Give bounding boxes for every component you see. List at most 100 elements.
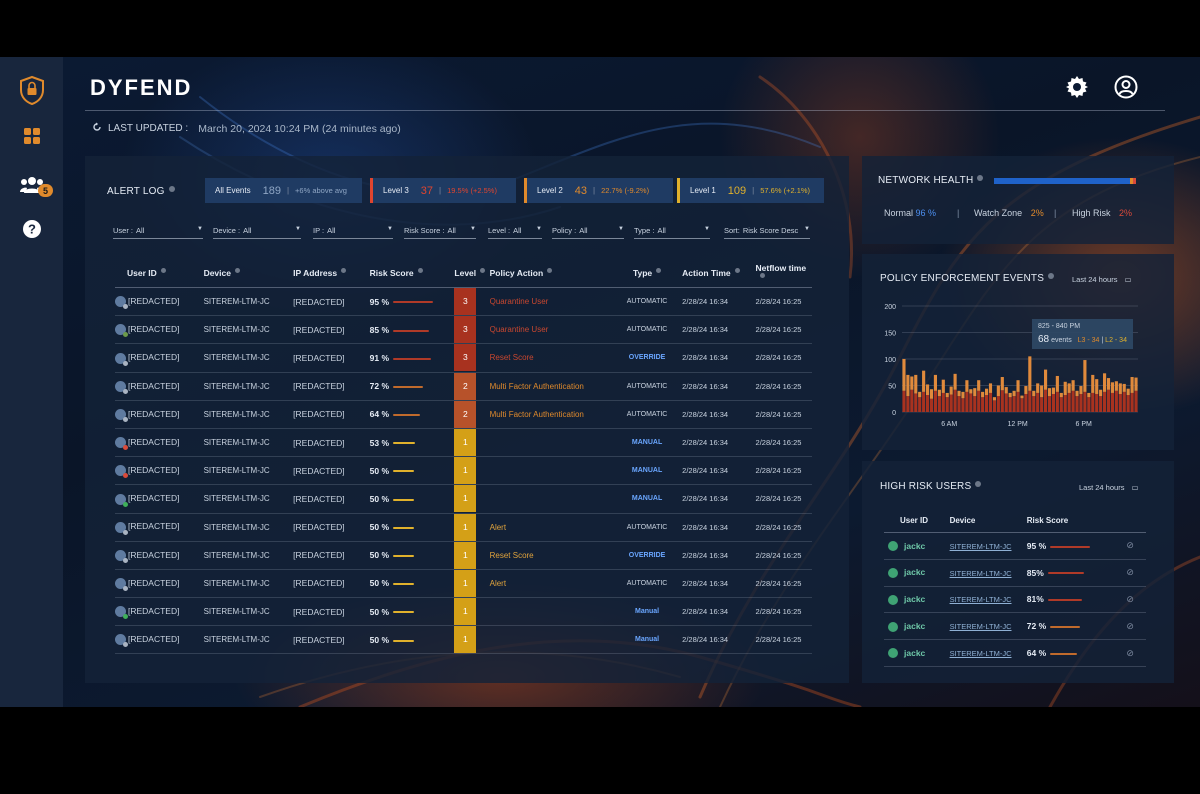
bar-l3[interactable] bbox=[977, 390, 981, 412]
filter-6[interactable]: Type : All ▼ bbox=[634, 226, 710, 239]
bar-l2[interactable] bbox=[945, 392, 949, 398]
mute-notification-icon[interactable]: ⊘ bbox=[1126, 540, 1134, 550]
table-row[interactable]: jackc SITEREM-LTM-JC 72 % ⊘ bbox=[884, 612, 1146, 641]
bar-l2[interactable] bbox=[1095, 379, 1099, 394]
stat-card-0[interactable]: All Events 189 | +6% above avg bbox=[205, 178, 362, 203]
bar-l2[interactable] bbox=[918, 391, 922, 398]
sort-icon[interactable] bbox=[341, 268, 347, 273]
device[interactable]: SITEREM-LTM-JC bbox=[204, 297, 270, 306]
bar-l2[interactable] bbox=[1012, 390, 1016, 397]
bar-l2[interactable] bbox=[1028, 356, 1032, 391]
column-header[interactable]: Type bbox=[611, 259, 683, 288]
bar-l2[interactable] bbox=[961, 391, 965, 399]
bar-l3[interactable] bbox=[906, 396, 910, 412]
bar-l2[interactable] bbox=[957, 390, 961, 397]
column-header[interactable]: User ID bbox=[884, 508, 950, 533]
device[interactable]: SITEREM-LTM-JC bbox=[204, 353, 270, 362]
shield-lock-icon[interactable] bbox=[17, 75, 47, 105]
bar-l3[interactable] bbox=[1047, 396, 1052, 412]
bar-l2[interactable] bbox=[1083, 360, 1087, 392]
bar-l3[interactable] bbox=[973, 396, 977, 412]
device[interactable]: SITEREM-LTM-JC bbox=[204, 551, 270, 560]
refresh-icon[interactable] bbox=[92, 122, 102, 135]
column-header[interactable]: User ID bbox=[115, 259, 204, 288]
policy-range-select[interactable]: Last 24 hours ▭ bbox=[1072, 275, 1132, 284]
bar-l3[interactable] bbox=[1114, 390, 1118, 412]
bar-l2[interactable] bbox=[922, 370, 926, 392]
mute-notification-icon[interactable]: ⊘ bbox=[1126, 648, 1134, 658]
policy-action[interactable]: Multi Factor Authentication bbox=[490, 382, 584, 391]
bar-l2[interactable] bbox=[988, 383, 993, 393]
high-risk-range-select[interactable]: Last 24 hours ▭ bbox=[1079, 483, 1139, 492]
sort-icon[interactable] bbox=[656, 268, 662, 273]
bar-l2[interactable] bbox=[953, 373, 957, 390]
bar-l2[interactable] bbox=[1040, 385, 1044, 398]
bar-l3[interactable] bbox=[1118, 393, 1122, 412]
bar-l3[interactable] bbox=[1028, 390, 1032, 412]
sort-icon[interactable] bbox=[480, 268, 486, 273]
bar-l2[interactable] bbox=[1051, 387, 1055, 394]
table-row[interactable]: [REDACTED] SITEREM-LTM-JC [REDACTED] 91 % 3 R… bbox=[115, 343, 812, 373]
bar-l2[interactable] bbox=[914, 374, 918, 394]
bar-l3[interactable] bbox=[933, 390, 937, 412]
bar-l3[interactable] bbox=[1075, 396, 1079, 412]
bar-l3[interactable] bbox=[926, 395, 930, 412]
filter-7[interactable]: Sort: Risk Score Desc ▼ bbox=[724, 226, 810, 239]
sort-icon[interactable] bbox=[234, 268, 240, 273]
bar-l2[interactable] bbox=[1079, 386, 1083, 394]
user-id[interactable]: [REDACTED] bbox=[128, 324, 179, 334]
user-id[interactable]: [REDACTED] bbox=[128, 634, 179, 644]
bar-l2[interactable] bbox=[996, 385, 1000, 397]
table-row[interactable]: [REDACTED] SITEREM-LTM-JC [REDACTED] 72 % 2 M… bbox=[115, 372, 812, 401]
bar-l3[interactable] bbox=[1000, 390, 1004, 412]
bar-l2[interactable] bbox=[1008, 392, 1012, 398]
bar-l3[interactable] bbox=[1103, 391, 1107, 412]
bar-l2[interactable] bbox=[969, 389, 973, 394]
bar-l3[interactable] bbox=[1130, 392, 1134, 412]
bar-l2[interactable] bbox=[1075, 390, 1079, 397]
bar-l3[interactable] bbox=[1134, 390, 1138, 412]
bar-l2[interactable] bbox=[926, 384, 930, 396]
bar-l3[interactable] bbox=[1071, 390, 1075, 412]
bar-l3[interactable] bbox=[1012, 396, 1016, 412]
bar-l2[interactable] bbox=[929, 389, 934, 399]
device[interactable]: SITEREM-LTM-JC bbox=[204, 494, 270, 503]
column-header[interactable]: Risk Score bbox=[369, 259, 455, 288]
bar-l2[interactable] bbox=[1126, 388, 1130, 396]
info-icon[interactable] bbox=[1048, 273, 1055, 279]
device[interactable]: SITEREM-LTM-JC bbox=[204, 579, 270, 588]
bar-l3[interactable] bbox=[1055, 391, 1059, 412]
info-icon[interactable] bbox=[975, 481, 982, 487]
user-id[interactable]: [REDACTED] bbox=[128, 437, 179, 447]
column-header[interactable]: Risk Score bbox=[1026, 508, 1115, 533]
bar-l2[interactable] bbox=[1114, 381, 1118, 391]
device[interactable]: SITEREM-LTM-JC bbox=[204, 466, 270, 475]
user-id[interactable]: [REDACTED] bbox=[128, 493, 179, 503]
user-id[interactable]: [REDACTED] bbox=[128, 606, 179, 616]
help-icon[interactable]: ? bbox=[17, 214, 47, 244]
bar-l3[interactable] bbox=[1095, 393, 1099, 412]
table-row[interactable]: [REDACTED] SITEREM-LTM-JC [REDACTED] 50 % 1 A… bbox=[115, 569, 812, 599]
bar-l2[interactable] bbox=[1004, 387, 1008, 394]
user-id[interactable]: [REDACTED] bbox=[128, 550, 179, 560]
info-icon[interactable] bbox=[168, 186, 175, 192]
stat-card-3[interactable]: Level 1 109 | 57.6% (+2.1%) bbox=[677, 178, 824, 203]
bar-l3[interactable] bbox=[1051, 393, 1055, 412]
bar-l3[interactable] bbox=[941, 392, 945, 412]
table-row[interactable]: jackc SITEREM-LTM-JC 85% ⊘ bbox=[884, 559, 1146, 587]
user-id[interactable]: [REDACTED] bbox=[128, 296, 179, 306]
bar-l2[interactable] bbox=[1016, 380, 1020, 392]
bar-l3[interactable] bbox=[1032, 396, 1036, 412]
bar-l2[interactable] bbox=[1020, 395, 1024, 399]
device[interactable]: SITEREM-LTM-JC bbox=[204, 438, 270, 447]
bar-l2[interactable] bbox=[1000, 377, 1004, 391]
bar-l2[interactable] bbox=[1130, 377, 1134, 393]
device[interactable]: SITEREM-LTM-JC bbox=[950, 649, 1012, 658]
device[interactable]: SITEREM-LTM-JC bbox=[950, 542, 1012, 551]
bar-l3[interactable] bbox=[957, 396, 961, 412]
user-id[interactable]: jackc bbox=[904, 541, 925, 551]
bar-l3[interactable] bbox=[988, 392, 993, 412]
bar-l3[interactable] bbox=[1063, 395, 1067, 412]
table-row[interactable]: [REDACTED] SITEREM-LTM-JC [REDACTED] 50 % 1 R… bbox=[115, 541, 812, 570]
device[interactable]: SITEREM-LTM-JC bbox=[950, 569, 1012, 578]
